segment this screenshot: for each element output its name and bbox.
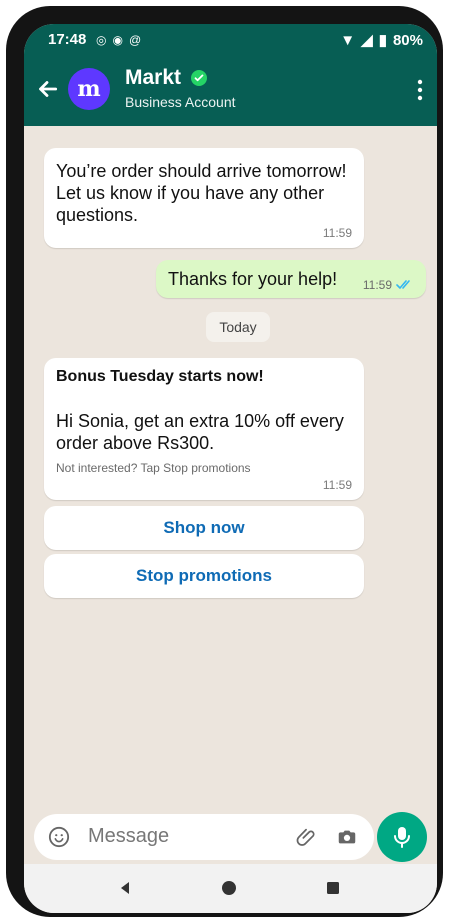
message-input[interactable]: Message bbox=[34, 814, 374, 860]
app-screen: 17:48 ◎ ◉ @ ▼ ◢ ▮ 80% m Markt Business A… bbox=[24, 24, 437, 913]
verified-badge-icon bbox=[191, 70, 208, 86]
status-time: 17:48 bbox=[48, 31, 87, 48]
outgoing-message: Thanks for your help! 11:59 bbox=[156, 260, 426, 298]
outgoing-message-time: 11:59 bbox=[362, 278, 392, 292]
chat-header: m Markt Business Account bbox=[24, 58, 437, 126]
nav-back-icon[interactable] bbox=[116, 879, 134, 897]
nav-recent-apps-icon[interactable] bbox=[324, 879, 342, 897]
shop-now-button[interactable]: Shop now bbox=[44, 506, 364, 550]
chat-area: You’re order should arrive tomorrow! Let… bbox=[24, 126, 437, 806]
mic-icon bbox=[394, 827, 410, 848]
back-arrow-icon[interactable] bbox=[34, 76, 60, 102]
camera-icon[interactable] bbox=[336, 826, 358, 848]
promo-time: 11:59 bbox=[322, 478, 352, 492]
emoji-icon[interactable] bbox=[48, 826, 70, 848]
mic-button[interactable] bbox=[377, 812, 427, 862]
message-placeholder: Message bbox=[88, 825, 170, 847]
outgoing-message-text: Thanks for your help! bbox=[168, 269, 338, 289]
avatar-letter: m bbox=[77, 76, 101, 102]
more-options-icon[interactable] bbox=[415, 78, 425, 102]
battery-icon: ▮ bbox=[378, 32, 387, 49]
avatar[interactable]: m bbox=[68, 68, 110, 110]
incoming-message: You’re order should arrive tomorrow! Let… bbox=[44, 148, 364, 248]
battery-text: 80% bbox=[392, 31, 423, 49]
chat-title[interactable]: Markt bbox=[125, 66, 208, 90]
nav-home-icon[interactable] bbox=[220, 879, 238, 897]
threads-icon: @ bbox=[128, 33, 142, 47]
signal-icon: ◢ bbox=[361, 32, 373, 49]
wifi-icon: ▼ bbox=[340, 31, 356, 49]
double-check-icon bbox=[396, 280, 410, 289]
date-separator: Today bbox=[206, 312, 270, 342]
instagram-icon: ◉ bbox=[112, 33, 123, 47]
status-bar: 17:48 ◎ ◉ @ ▼ ◢ ▮ 80% bbox=[24, 24, 437, 58]
status-right-icons: ▼ ◢ ▮ 80% bbox=[340, 31, 423, 50]
stop-promotions-button[interactable]: Stop promotions bbox=[44, 554, 364, 598]
promo-text: Hi Sonia, get an extra 10% off every ord… bbox=[56, 411, 344, 453]
outgoing-message-meta: 11:59 bbox=[363, 278, 414, 292]
whatsapp-icon: ◎ bbox=[96, 33, 107, 47]
chat-subtitle: Business Account bbox=[125, 94, 236, 110]
promo-title: Bonus Tuesday starts now! bbox=[56, 368, 264, 385]
promo-message: Bonus Tuesday starts now! Hi Sonia, get … bbox=[44, 358, 364, 500]
attach-icon[interactable] bbox=[296, 826, 318, 848]
phone-frame: 17:48 ◎ ◉ @ ▼ ◢ ▮ 80% m Markt Business A… bbox=[6, 6, 443, 917]
incoming-message-time: 11:59 bbox=[322, 226, 352, 240]
composer-bar: Message bbox=[24, 806, 437, 864]
status-app-icons: ◎ ◉ @ bbox=[96, 33, 141, 47]
incoming-message-text: You’re order should arrive tomorrow! Let… bbox=[56, 161, 347, 225]
chat-title-text: Markt bbox=[125, 66, 182, 89]
android-nav-bar bbox=[24, 864, 437, 913]
promo-footer: Not interested? Tap Stop promotions bbox=[56, 461, 251, 475]
